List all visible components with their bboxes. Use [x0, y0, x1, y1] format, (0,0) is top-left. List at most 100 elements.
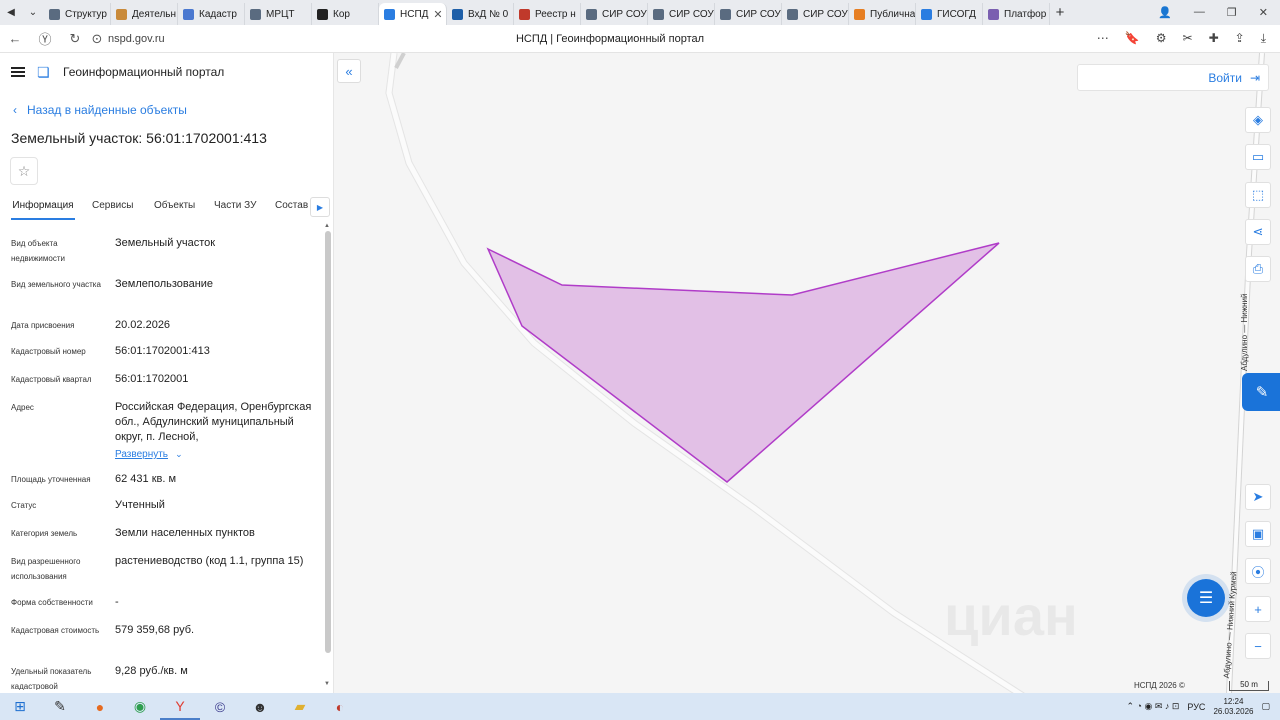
- browser-tab[interactable]: Деятельн: [111, 3, 178, 25]
- layers-button[interactable]: ◈: [1245, 107, 1271, 133]
- collapse-panel-button[interactable]: «: [337, 59, 361, 83]
- scroll-down-icon[interactable]: ▼: [324, 681, 330, 687]
- tab-label: Структур: [65, 8, 107, 20]
- explorer-icon[interactable]: ▰: [280, 693, 320, 720]
- app-icon[interactable]: ✎: [40, 693, 80, 720]
- property-label: Форма собственности: [11, 598, 93, 607]
- browser-tab[interactable]: СИР СОУ: [715, 3, 782, 25]
- property-label: Категория земель: [11, 529, 78, 538]
- minimize-icon[interactable]: —: [1194, 6, 1205, 19]
- property-value: Земли населенных пунктов: [115, 527, 255, 539]
- tab-objects[interactable]: Объекты: [154, 194, 195, 220]
- minimap-button[interactable]: ▣: [1245, 521, 1271, 547]
- download-icon[interactable]: ⤓: [1261, 31, 1266, 46]
- browser-tab[interactable]: Кор: [312, 3, 379, 25]
- measure-button[interactable]: ▭: [1245, 144, 1271, 170]
- property-label: Дата присвоения: [11, 321, 75, 330]
- tab-favicon-icon: [653, 8, 664, 20]
- back-icon[interactable]: ←: [0, 31, 30, 46]
- extension-icon[interactable]: ⚙: [1156, 31, 1167, 46]
- more-icon[interactable]: ⋯: [1097, 31, 1109, 46]
- print-button[interactable]: ⎙: [1245, 256, 1271, 282]
- zoom-in-button[interactable]: +: [1245, 596, 1271, 622]
- share-icon[interactable]: ⇪: [1235, 31, 1245, 46]
- back-to-results-link[interactable]: ‹ Назад в найденные объекты: [13, 103, 187, 117]
- expand-address-link[interactable]: Развернуть ⌄: [115, 447, 320, 462]
- minimap-icon: ▣: [1251, 526, 1265, 541]
- chevron-left-icon: ‹: [13, 103, 17, 117]
- tab-services[interactable]: Сервисы: [92, 194, 133, 220]
- tools-icon[interactable]: ✂: [1183, 31, 1193, 46]
- panel-scrollbar[interactable]: ▲ ▼: [324, 223, 331, 689]
- property-label: Вид разрешенного использования: [11, 557, 81, 581]
- browser-tab[interactable]: СИР СОУ: [648, 3, 715, 25]
- info-tabs: Информация Сервисы Объекты Части ЗУ Сост…: [0, 194, 334, 220]
- browser-tab[interactable]: Реестр н: [514, 3, 581, 25]
- browser-tab[interactable]: ВхД № 0: [447, 3, 514, 25]
- map-watermark: циан: [944, 584, 1078, 647]
- chat-button[interactable]: ☰: [1187, 579, 1225, 617]
- app-figure-icon[interactable]: ☻: [240, 693, 280, 720]
- browser-tab[interactable]: СИР СОУ: [782, 3, 849, 25]
- menu-icon[interactable]: [11, 67, 25, 77]
- close-window-icon[interactable]: ✕: [1259, 6, 1268, 19]
- login-button[interactable]: Войти ⇥: [1077, 64, 1269, 91]
- firefox-icon[interactable]: ●: [80, 693, 120, 720]
- tab-label: Кадастр: [199, 8, 237, 20]
- reload-icon[interactable]: ↻: [60, 31, 90, 47]
- browser-tab[interactable]: Публична: [849, 3, 916, 25]
- browser-tab[interactable]: СИР СОУ: [581, 3, 648, 25]
- map-view[interactable]: циан Абдулино — Нижний Абдулино — Нижний…: [334, 53, 1280, 693]
- scroll-up-icon[interactable]: ▲: [324, 223, 330, 229]
- favorite-star-button[interactable]: ☆: [10, 157, 38, 185]
- tab-information[interactable]: Информация: [11, 194, 75, 220]
- feedback-tab[interactable]: ✎: [1242, 373, 1280, 411]
- tab-favicon-icon: [116, 8, 127, 20]
- scrollbar-thumb[interactable]: [325, 231, 331, 653]
- maximize-icon[interactable]: ❐: [1227, 6, 1237, 19]
- tabs-scroll-right-button[interactable]: ▶: [310, 197, 330, 217]
- site-lock-icon[interactable]: ⊙: [90, 31, 104, 47]
- road-label: Абдулино — Нижний: [1240, 293, 1249, 371]
- locate-button[interactable]: ➤: [1245, 484, 1271, 510]
- land-parcel-polygon[interactable]: [486, 242, 1000, 483]
- chrome-icon[interactable]: ◉: [120, 693, 160, 720]
- browser-tab[interactable]: ГИСОГД: [916, 3, 983, 25]
- zoom-out-button[interactable]: −: [1245, 633, 1271, 659]
- select-area-button[interactable]: ⬚: [1245, 182, 1271, 208]
- geolocation-button[interactable]: ⦿: [1245, 558, 1271, 584]
- yandex-icon[interactable]: Ⓨ: [30, 29, 60, 48]
- browser-tab[interactable]: Кадастр: [178, 3, 245, 25]
- property-label: Кадастровый квартал: [11, 375, 92, 384]
- profile-icon[interactable]: 👤: [1158, 6, 1172, 19]
- clock[interactable]: 12:24 26.03.2026: [1213, 697, 1253, 717]
- yandex-browser-icon[interactable]: Y: [160, 693, 200, 720]
- share-button[interactable]: ⋖: [1245, 219, 1271, 245]
- tab-label: СИР СОУ: [736, 8, 781, 20]
- tab-list-chevron-icon[interactable]: ⌄: [22, 4, 44, 22]
- tab-favicon-icon: [452, 8, 463, 20]
- puzzle-icon[interactable]: ✚: [1209, 31, 1219, 46]
- tab-label: СИР СОУ: [669, 8, 714, 20]
- notifications-icon[interactable]: ▢: [1261, 701, 1270, 712]
- app-red-icon[interactable]: ◐: [320, 693, 360, 720]
- url-field[interactable]: nspd.gov.ru: [108, 33, 165, 45]
- language-indicator[interactable]: РУС: [1187, 702, 1205, 712]
- sidebar-toggle-icon[interactable]: ◀︎: [0, 4, 22, 22]
- tab-parts[interactable]: Части ЗУ: [214, 194, 256, 220]
- bookmark-icon[interactable]: 🔖: [1125, 31, 1140, 46]
- tab-composition[interactable]: Состав: [275, 194, 308, 220]
- expand-label: Развернуть: [115, 449, 169, 460]
- new-tab-button[interactable]: +: [1050, 4, 1070, 21]
- start-icon[interactable]: ⊞: [0, 693, 40, 720]
- tray-icons[interactable]: ⌃ ◔ ◉ ✉ ♪ ⊡: [1126, 701, 1179, 712]
- property-label: Удельный показатель кадастровой: [11, 667, 92, 690]
- browser-tab[interactable]: НСПД ✕: [379, 3, 447, 25]
- chevron-down-icon: ⌄: [175, 449, 183, 459]
- browser-tab[interactable]: Структур: [44, 3, 111, 25]
- browser-tab[interactable]: МРЦТ: [245, 3, 312, 25]
- close-tab-icon[interactable]: ✕: [433, 8, 442, 21]
- property-value: 579 359,68 руб.: [115, 624, 195, 636]
- browser-tab[interactable]: Платфор: [983, 3, 1050, 25]
- app-c-icon[interactable]: ©: [200, 693, 240, 720]
